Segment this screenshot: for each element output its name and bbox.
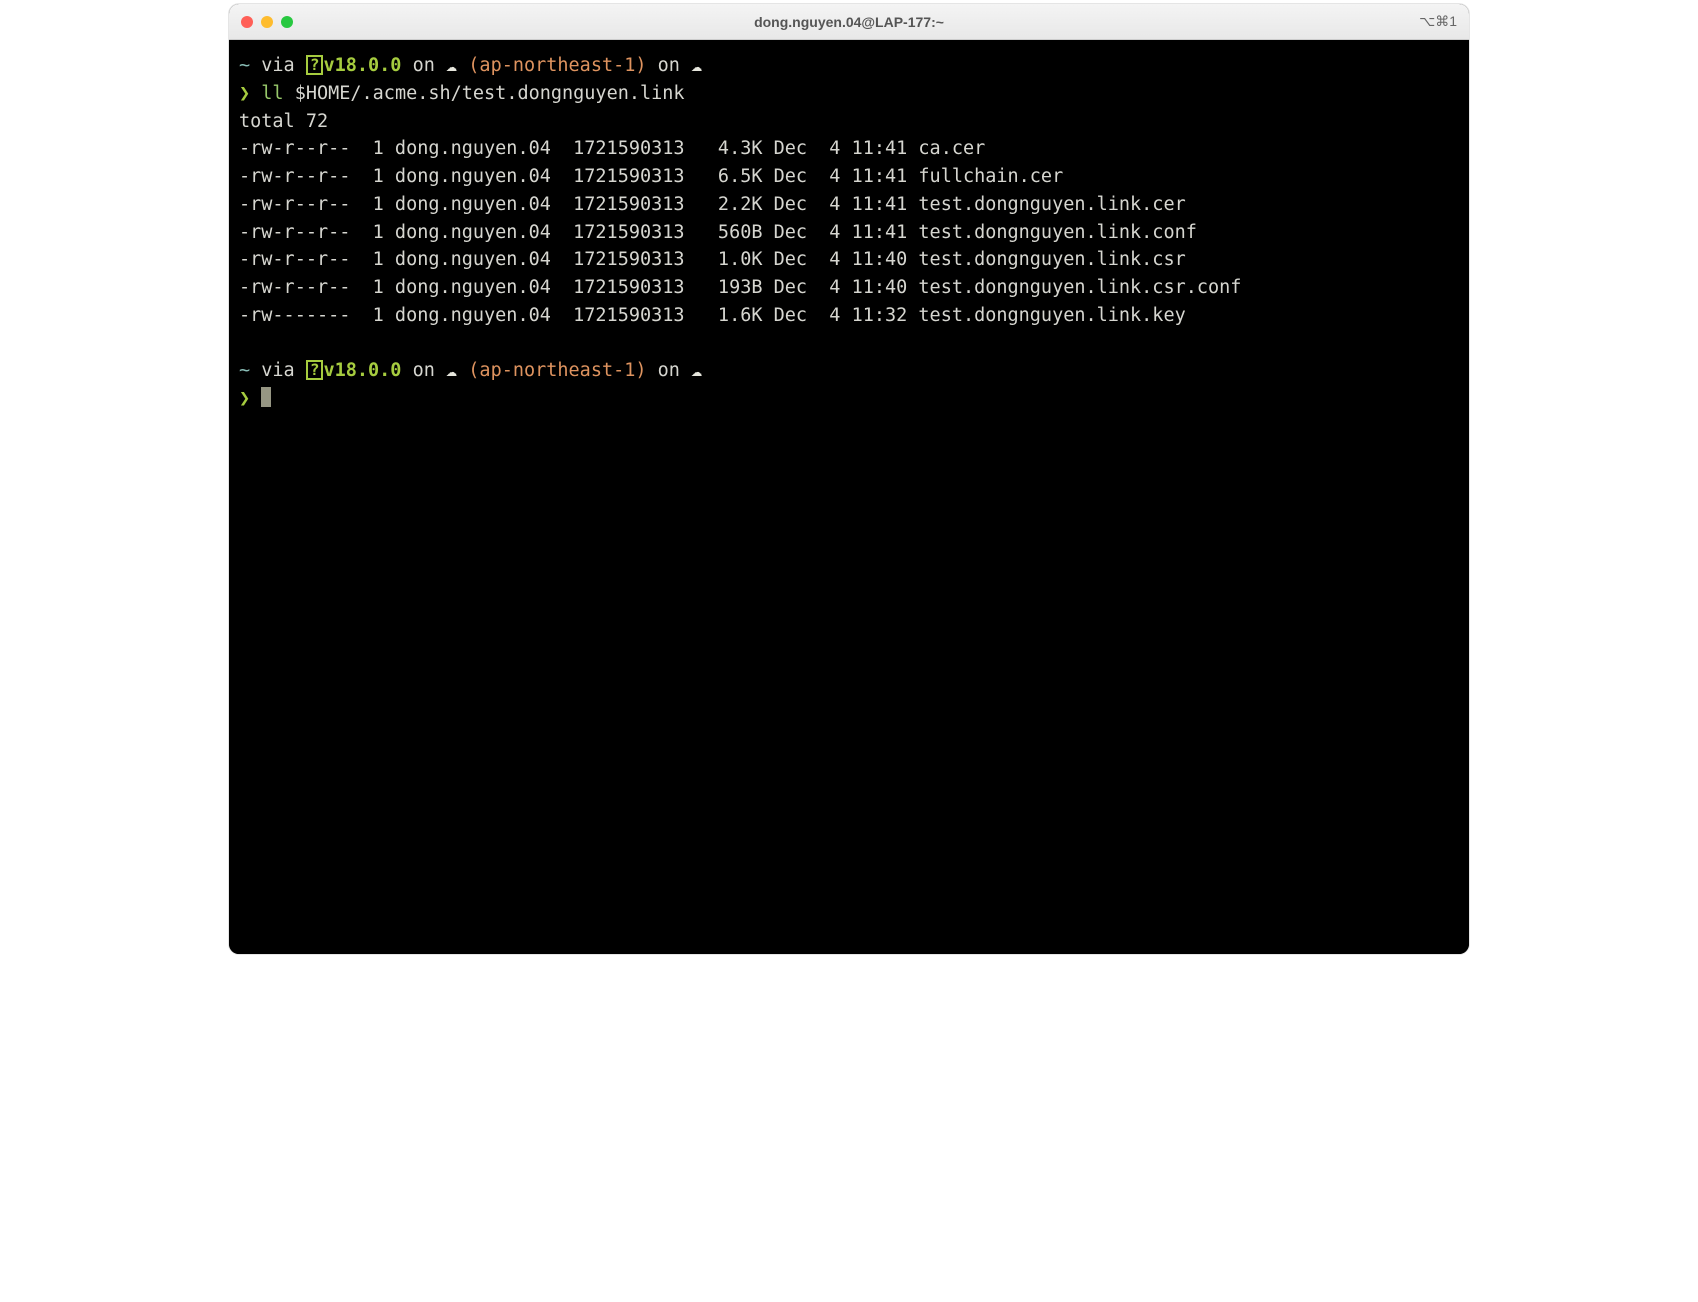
prompt-home-2: ~ <box>239 360 250 381</box>
prompt-line-2: ~ via ?v18.0.0 on ☁ (ap-northeast-1) on … <box>239 357 1459 385</box>
node-version-2: v18.0.0 <box>323 360 401 381</box>
zoom-button[interactable] <box>281 16 293 28</box>
minimize-button[interactable] <box>261 16 273 28</box>
output-total: total 72 <box>239 108 1459 136</box>
prompt-arrow-2: ❯ <box>239 388 250 409</box>
terminal-window: dong.nguyen.04@LAP-177:~ ⌥⌘1 ~ via ?v18.… <box>229 4 1469 954</box>
cursor[interactable] <box>261 387 271 407</box>
prompt-arrow: ❯ <box>239 83 250 104</box>
window-title: dong.nguyen.04@LAP-177:~ <box>229 14 1469 30</box>
titlebar: dong.nguyen.04@LAP-177:~ ⌥⌘1 <box>229 4 1469 40</box>
node-badge-icon-2: ? <box>306 360 324 380</box>
command-line: ❯ ll $HOME/.acme.sh/test.dongnguyen.link <box>239 80 1459 108</box>
command-name: ll <box>261 83 283 104</box>
file-row: -rw-r--r-- 1 dong.nguyen.04 1721590313 5… <box>239 219 1459 247</box>
cloud-icon-4: ☁ <box>691 360 702 381</box>
command-arg: $HOME/.acme.sh/test.dongnguyen.link <box>295 83 685 104</box>
file-row: -rw-r--r-- 1 dong.nguyen.04 1721590313 4… <box>239 135 1459 163</box>
cloud-icon-1: ☁ <box>446 55 457 76</box>
prompt-home: ~ <box>239 55 250 76</box>
prompt-via-2: via <box>261 360 294 381</box>
prompt-on-3: on <box>413 360 435 381</box>
file-row: -rw-r--r-- 1 dong.nguyen.04 1721590313 1… <box>239 246 1459 274</box>
output-rows: -rw-r--r-- 1 dong.nguyen.04 1721590313 4… <box>239 135 1459 329</box>
aws-region: (ap-northeast-1) <box>468 55 646 76</box>
prompt-on-4: on <box>658 360 680 381</box>
node-version: v18.0.0 <box>323 55 401 76</box>
prompt-line-1: ~ via ?v18.0.0 on ☁ (ap-northeast-1) on … <box>239 52 1459 80</box>
traffic-lights <box>241 16 293 28</box>
file-row: -rw-r--r-- 1 dong.nguyen.04 1721590313 2… <box>239 191 1459 219</box>
file-row: -rw------- 1 dong.nguyen.04 1721590313 1… <box>239 302 1459 330</box>
node-badge-icon: ? <box>306 55 324 75</box>
cloud-icon-2: ☁ <box>691 55 702 76</box>
close-button[interactable] <box>241 16 253 28</box>
terminal-body[interactable]: ~ via ?v18.0.0 on ☁ (ap-northeast-1) on … <box>229 40 1469 954</box>
window-shortcut: ⌥⌘1 <box>1419 13 1457 30</box>
prompt-on-1: on <box>413 55 435 76</box>
aws-region-2: (ap-northeast-1) <box>468 360 646 381</box>
file-row: -rw-r--r-- 1 dong.nguyen.04 1721590313 6… <box>239 163 1459 191</box>
ready-prompt: ❯ <box>239 385 1459 413</box>
prompt-via: via <box>261 55 294 76</box>
file-row: -rw-r--r-- 1 dong.nguyen.04 1721590313 1… <box>239 274 1459 302</box>
prompt-on-2: on <box>658 55 680 76</box>
empty-line <box>239 330 1459 358</box>
cloud-icon-3: ☁ <box>446 360 457 381</box>
